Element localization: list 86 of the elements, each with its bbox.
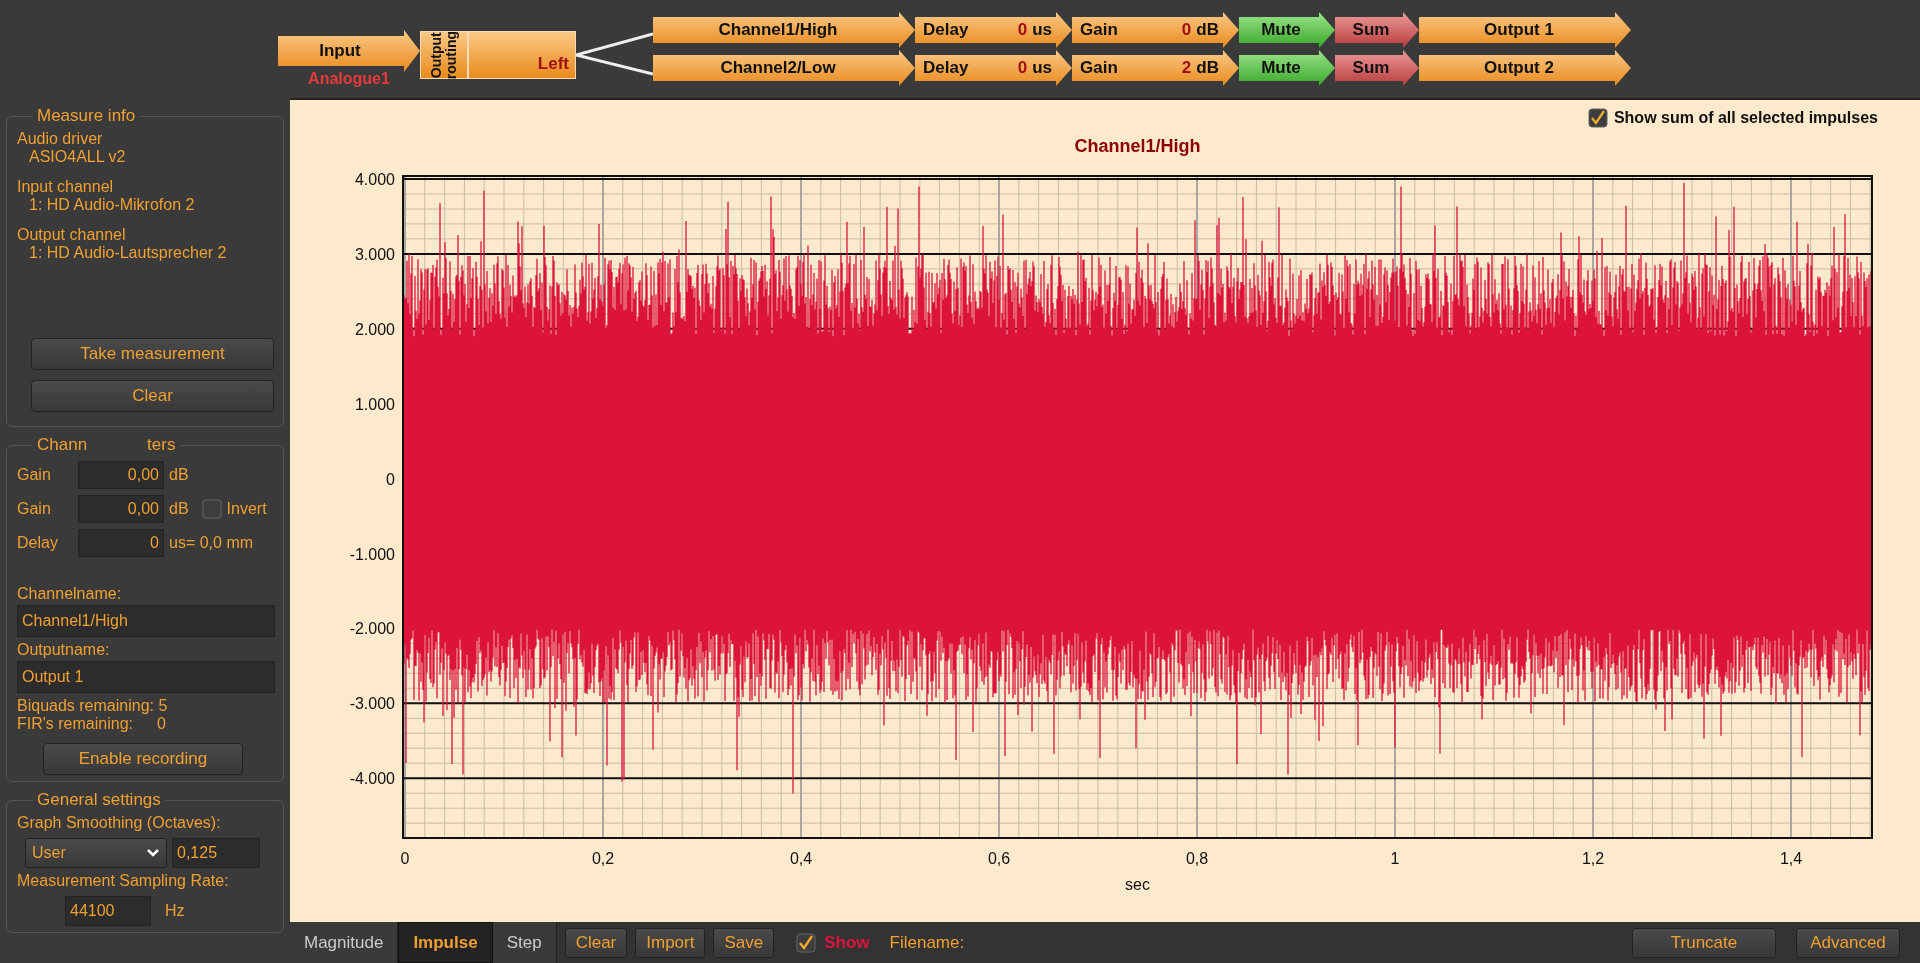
- show-sum-checkbox[interactable]: [1587, 108, 1608, 128]
- x-tick-label: 0,2: [591, 850, 615, 867]
- field-label: Outputname:: [17, 641, 111, 659]
- y-tick-label: 4.000: [354, 171, 395, 188]
- number-field[interactable]: 0: [78, 529, 164, 557]
- number-field[interactable]: 44100: [65, 896, 151, 926]
- mute-node[interactable]: Mute: [1239, 50, 1335, 86]
- chart-title: Channel1/High: [1074, 136, 1201, 156]
- y-tick-label: -1.000: [349, 545, 395, 563]
- toolbar-button[interactable]: Truncate: [1632, 927, 1776, 958]
- checkbox-label: Show sum of all selected impulses: [1613, 109, 1878, 127]
- input-node: Input: [278, 30, 420, 72]
- info-label: Output channel: [17, 226, 127, 244]
- toolbar-button[interactable]: Import: [635, 927, 706, 958]
- checkbox-label: Show: [824, 932, 870, 953]
- info-text: Biquads remaining: 5: [17, 697, 169, 715]
- mute-node[interactable]: Mute: [1239, 12, 1335, 48]
- channel-node[interactable]: Channel1/High: [653, 12, 915, 48]
- y-tick-label: 3.000: [354, 245, 395, 263]
- info-label: Input channel: [17, 178, 115, 196]
- output-node[interactable]: Output 1: [1419, 12, 1631, 48]
- panel-button[interactable]: Clear: [31, 380, 274, 412]
- field-label: Delay: [17, 534, 59, 552]
- field-label: Gain: [17, 466, 52, 484]
- show-checkbox[interactable]: [796, 932, 817, 953]
- y-tick-label: -3.000: [349, 695, 395, 713]
- x-tick-label: 0,8: [1185, 850, 1209, 867]
- x-tick-label: 1,4: [1779, 850, 1803, 867]
- chevron-icon: [146, 848, 160, 858]
- unit-label: dB: [169, 500, 189, 518]
- x-tick-label: 1: [1390, 850, 1400, 867]
- unit-label: us= 0,0 mm: [169, 534, 254, 552]
- y-tick-label: 2.000: [354, 320, 395, 338]
- delay-node[interactable]: Delay 0 us: [915, 50, 1072, 86]
- x-axis-label: sec: [1125, 876, 1150, 893]
- view-tab[interactable]: Magnitude: [290, 922, 399, 963]
- gain-node[interactable]: Gain 2 dB: [1072, 50, 1239, 86]
- x-tick-label: 0,4: [789, 850, 813, 867]
- number-field[interactable]: 0,00: [78, 495, 164, 523]
- gain-node[interactable]: Gain 0 dB: [1072, 12, 1239, 48]
- field-label: Measurement Sampling Rate:: [17, 872, 230, 890]
- text-field[interactable]: Output 1: [17, 661, 275, 693]
- info-value: 0: [157, 715, 166, 733]
- toolbar-button[interactable]: Advanced: [1796, 927, 1900, 958]
- info-label: FIR's remaining:: [17, 715, 133, 733]
- view-tab[interactable]: Step: [492, 922, 557, 963]
- y-tick-label: -2.000: [349, 620, 395, 638]
- y-tick-label: 1.000: [354, 395, 395, 413]
- info-value: 1: HD Audio-Mikrofon 2: [28, 196, 196, 214]
- group-title: ters: [147, 435, 176, 455]
- side-node: Left: [468, 31, 576, 79]
- unit-label: Hz: [165, 902, 185, 920]
- group-title: Measure info: [36, 106, 137, 126]
- x-tick-label: 1,2: [1581, 850, 1605, 867]
- number-field[interactable]: 0,00: [78, 461, 164, 489]
- toolbar-button[interactable]: Save: [713, 927, 775, 958]
- panel-button[interactable]: Take measurement: [31, 338, 274, 370]
- field-label: Gain: [17, 500, 52, 518]
- field-label: Filename:: [889, 932, 965, 953]
- text-field[interactable]: Channel1/High: [17, 605, 275, 637]
- checkbox-label: Invert: [226, 500, 267, 518]
- field-label: Channelname:: [17, 585, 123, 603]
- routing-label: Output routing: [429, 30, 459, 80]
- channel-node[interactable]: Channel2/Low: [653, 50, 915, 86]
- info-value: ASIO4ALL v2: [28, 148, 127, 166]
- unit-label: dB: [169, 466, 189, 484]
- delay-node[interactable]: Delay 0 us: [915, 12, 1072, 48]
- view-tab[interactable]: Impulse: [398, 922, 493, 963]
- invert-checkbox[interactable]: [201, 499, 222, 519]
- sum-node[interactable]: Sum: [1335, 12, 1419, 48]
- smoothing-select[interactable]: User: [25, 838, 167, 868]
- info-value: 1: HD Audio-Lautsprecher 2: [28, 244, 228, 262]
- panel-button[interactable]: Enable recording: [43, 743, 243, 775]
- source-label: Analogue1: [308, 70, 390, 88]
- x-tick-label: 0: [400, 850, 410, 867]
- group-title: General settings: [36, 790, 162, 810]
- sum-node[interactable]: Sum: [1335, 50, 1419, 86]
- y-tick-label: -4.000: [349, 770, 395, 788]
- toolbar-button[interactable]: Clear: [564, 927, 628, 958]
- number-field[interactable]: 0,125: [172, 838, 260, 868]
- info-label: Audio driver: [17, 130, 104, 148]
- y-tick-label: 0: [386, 470, 395, 488]
- output-node[interactable]: Output 2: [1419, 50, 1631, 86]
- x-tick-label: 0,6: [987, 850, 1011, 867]
- group-title: Chann: [37, 435, 88, 455]
- field-label: Graph Smoothing (Octaves):: [17, 814, 222, 832]
